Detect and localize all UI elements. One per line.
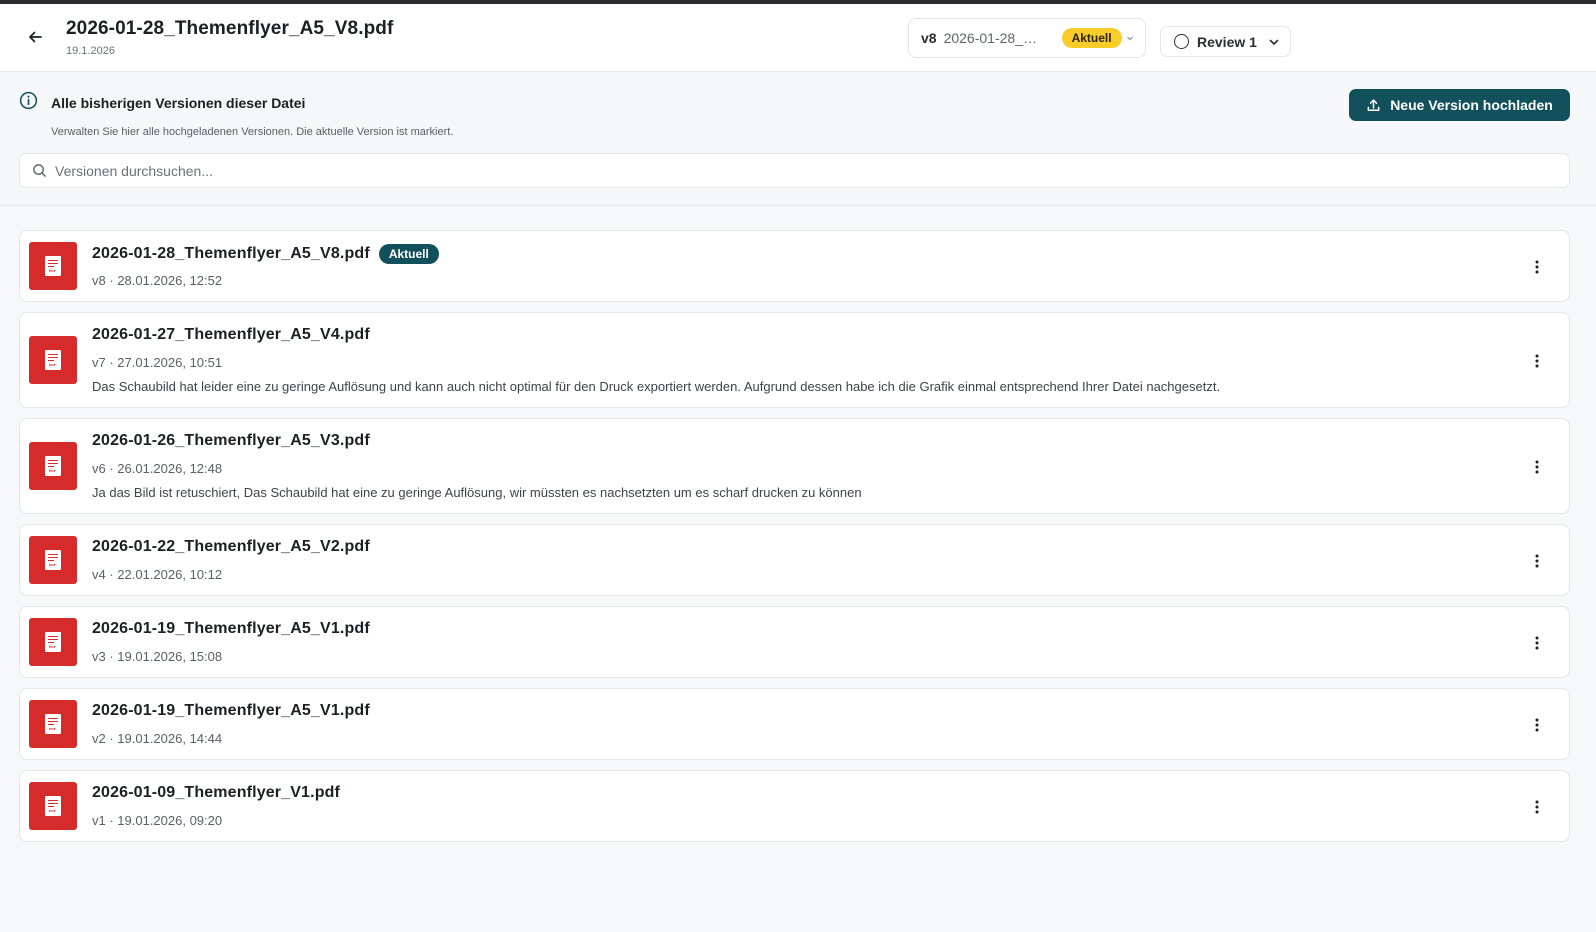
more-vertical-icon bbox=[1535, 636, 1539, 650]
version-comment: Ja das Bild ist retuschiert, Das Schaubi… bbox=[92, 485, 862, 500]
info-title: Alle bisherigen Versionen dieser Datei bbox=[51, 95, 306, 111]
file-meta: v6 · 26.01.2026, 12:48 bbox=[92, 461, 223, 476]
version-select-version: v8 bbox=[921, 30, 937, 46]
page-header: 2026-01-28_Themenflyer_A5_V8.pdf 19.1.20… bbox=[0, 4, 1596, 72]
circle-status-icon bbox=[1174, 34, 1189, 49]
more-vertical-icon bbox=[1535, 718, 1539, 732]
info-subtitle: Verwalten Sie hier alle hochgeladenen Ve… bbox=[51, 126, 454, 138]
upload-new-version-button[interactable]: Neue Version hochladen bbox=[1349, 89, 1570, 121]
info-section: Alle bisherigen Versionen dieser Datei V… bbox=[0, 72, 1596, 206]
more-options-button[interactable] bbox=[1527, 715, 1547, 735]
search-box[interactable] bbox=[19, 153, 1570, 188]
page-date: 19.1.2026 bbox=[66, 45, 115, 57]
current-version-badge: Aktuell bbox=[1061, 28, 1122, 48]
more-vertical-icon bbox=[1535, 460, 1539, 474]
review-select-label: Review 1 bbox=[1197, 33, 1257, 50]
pdf-file-icon: PDF bbox=[29, 700, 77, 748]
title-block: 2026-01-28_Themenflyer_A5_V8.pdf 19.1.20… bbox=[66, 18, 393, 57]
more-vertical-icon bbox=[1535, 260, 1539, 274]
pdf-file-icon: PDF bbox=[29, 618, 77, 666]
chevron-down-icon bbox=[1126, 34, 1134, 42]
version-card[interactable]: PDF 2026-01-26_Themenflyer_A5_V3.pdf v6 … bbox=[19, 418, 1570, 514]
back-button[interactable] bbox=[24, 26, 46, 48]
file-meta: v2 · 19.01.2026, 14:44 bbox=[92, 731, 223, 746]
more-options-button[interactable] bbox=[1527, 257, 1547, 277]
upload-icon bbox=[1366, 98, 1381, 113]
file-meta: v3 · 19.01.2026, 15:08 bbox=[92, 649, 223, 664]
version-card[interactable]: PDF 2026-01-27_Themenflyer_A5_V4.pdf v7 … bbox=[19, 312, 1570, 408]
file-name: 2026-01-19_Themenflyer_A5_V1.pdf bbox=[92, 620, 370, 637]
more-options-button[interactable] bbox=[1527, 797, 1547, 817]
pdf-file-icon: PDF bbox=[29, 782, 77, 830]
pdf-file-icon: PDF bbox=[29, 336, 77, 384]
more-options-button[interactable] bbox=[1527, 633, 1547, 653]
version-card[interactable]: PDF 2026-01-22_Themenflyer_A5_V2.pdf v4 … bbox=[19, 524, 1570, 596]
file-name: 2026-01-22_Themenflyer_A5_V2.pdf bbox=[92, 538, 370, 555]
info-circle-icon bbox=[19, 91, 38, 110]
more-options-button[interactable] bbox=[1527, 551, 1547, 571]
file-meta: v4 · 22.01.2026, 10:12 bbox=[92, 567, 223, 582]
file-name: 2026-01-27_Themenflyer_A5_V4.pdf bbox=[92, 326, 370, 343]
more-vertical-icon bbox=[1535, 554, 1539, 568]
pdf-file-icon: PDF bbox=[29, 536, 77, 584]
search-icon bbox=[32, 163, 47, 178]
file-meta: v8 · 28.01.2026, 12:52 bbox=[92, 273, 223, 288]
arrow-left-icon bbox=[29, 31, 42, 43]
pdf-file-icon: PDF bbox=[29, 242, 77, 290]
version-card[interactable]: PDF 2026-01-09_Themenflyer_V1.pdf v1 · 1… bbox=[19, 770, 1570, 842]
search-input[interactable] bbox=[55, 162, 1569, 179]
version-select-name: 2026-01-28_… bbox=[943, 30, 1037, 46]
pdf-file-icon: PDF bbox=[29, 442, 77, 490]
more-vertical-icon bbox=[1535, 800, 1539, 814]
current-version-badge: Aktuell bbox=[378, 244, 439, 264]
review-select[interactable]: Review 1 bbox=[1160, 26, 1291, 57]
upload-button-label: Neue Version hochladen bbox=[1390, 97, 1553, 113]
file-name: 2026-01-26_Themenflyer_A5_V3.pdf bbox=[92, 432, 370, 449]
chevron-down-icon bbox=[1268, 36, 1280, 48]
more-vertical-icon bbox=[1535, 354, 1539, 368]
version-card[interactable]: PDF 2026-01-19_Themenflyer_A5_V1.pdf v2 … bbox=[19, 688, 1570, 760]
version-card[interactable]: PDF 2026-01-19_Themenflyer_A5_V1.pdf v3 … bbox=[19, 606, 1570, 678]
version-card[interactable]: PDF 2026-01-28_Themenflyer_A5_V8.pdf Akt… bbox=[19, 230, 1570, 302]
page-title: 2026-01-28_Themenflyer_A5_V8.pdf bbox=[66, 18, 394, 39]
file-name: 2026-01-19_Themenflyer_A5_V1.pdf bbox=[92, 702, 370, 719]
version-select[interactable]: v8 2026-01-28_… Aktuell bbox=[908, 18, 1146, 58]
file-meta: v1 · 19.01.2026, 09:20 bbox=[92, 813, 223, 828]
more-options-button[interactable] bbox=[1527, 457, 1547, 477]
more-options-button[interactable] bbox=[1527, 351, 1547, 371]
version-comment: Das Schaubild hat leider eine zu geringe… bbox=[92, 379, 1221, 394]
file-meta: v7 · 27.01.2026, 10:51 bbox=[92, 355, 223, 370]
file-name: 2026-01-28_Themenflyer_A5_V8.pdf bbox=[92, 245, 370, 262]
file-name: 2026-01-09_Themenflyer_V1.pdf bbox=[92, 784, 341, 801]
version-list: PDF 2026-01-28_Themenflyer_A5_V8.pdf Akt… bbox=[19, 230, 1570, 852]
